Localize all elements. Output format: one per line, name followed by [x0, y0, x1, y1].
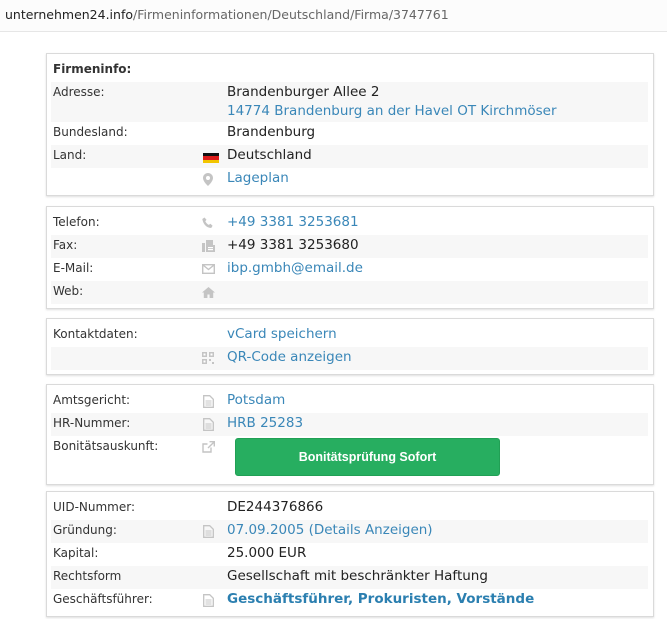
vcard-link[interactable]: vCard speichern [227, 326, 337, 342]
land-value: Deutschland [227, 147, 312, 163]
home-icon [201, 285, 215, 299]
url-path: /Firmeninformationen/Deutschland/Firma/3… [133, 7, 449, 22]
adresse-label: Adresse: [53, 85, 105, 99]
adresse-row: Adresse: Brandenburger Allee 2 14774 Bra… [51, 82, 648, 122]
geschaeftsfuehrer-label: Geschäftsführer: [53, 592, 153, 606]
street-value: Brandenburger Allee 2 [227, 84, 380, 100]
phone-icon [201, 216, 215, 230]
uid-label: UID-Nummer: [53, 500, 136, 514]
bundesland-value: Brandenburg [227, 124, 316, 140]
kapital-row: Kapital: 25.000 EUR [51, 543, 648, 566]
geschaeftsfuehrer-link[interactable]: Geschäftsführer, Prokuristen, Vorstände [227, 591, 534, 607]
fax-icon [201, 239, 215, 253]
hr-link[interactable]: HRB 25283 [227, 415, 303, 431]
kontaktdaten-label: Kontaktdaten: [53, 327, 138, 341]
document-icon [201, 417, 215, 431]
fax-label: Fax: [53, 238, 78, 252]
firmeninfo-card: Firmeninfo: Adresse: Brandenburger Allee… [46, 53, 654, 196]
telefon-row: Telefon: +49 3381 3253681 [51, 212, 648, 235]
document-icon [201, 524, 215, 538]
document-icon [201, 593, 215, 607]
vcard-row: Kontaktdaten: vCard speichern [51, 324, 648, 347]
uid-value: DE244376866 [227, 499, 324, 515]
firmeninfo-heading: Firmeninfo: [53, 62, 132, 76]
qr-row: QR-Code anzeigen [51, 347, 648, 370]
kontaktdaten-card: Kontaktdaten: vCard speichern QR-Code an… [46, 318, 654, 375]
hr-label: HR-Nummer: [53, 416, 131, 430]
fax-value: +49 3381 3253680 [227, 237, 359, 253]
city-link[interactable]: 14774 Brandenburg an der Havel OT Kirchm… [227, 103, 557, 119]
external-link-icon [201, 440, 215, 454]
land-label: Land: [53, 148, 87, 162]
envelope-icon [201, 262, 215, 276]
address-bar[interactable]: unternehmen24.info/Firmeninformationen/D… [0, 0, 667, 32]
germany-flag-icon [203, 153, 219, 163]
register-card: Amtsgericht: Potsdam HR-Nummer: HRB 2528… [46, 384, 654, 485]
document-icon [201, 394, 215, 408]
kapital-value: 25.000 EUR [227, 545, 307, 561]
lageplan-row: Lageplan [51, 168, 648, 191]
rechtsform-label: Rechtsform [53, 569, 122, 583]
telefon-label: Telefon: [53, 215, 100, 229]
gruendung-link[interactable]: 07.09.2005 (Details Anzeigen) [227, 522, 433, 538]
bonitaetspruefung-button[interactable]: Bonitätsprüfung Sofort [235, 438, 500, 476]
bundesland-label: Bundesland: [53, 125, 128, 139]
amtsgericht-row: Amtsgericht: Potsdam [51, 390, 648, 413]
qr-code-link[interactable]: QR-Code anzeigen [227, 349, 352, 365]
web-row: Web: [51, 281, 648, 304]
amtsgericht-label: Amtsgericht: [53, 393, 131, 407]
bonitaet-label: Bonitätsauskunft: [53, 439, 159, 453]
gruendung-row: Gründung: 07.09.2005 (Details Anzeigen) [51, 520, 648, 543]
contact-card: Telefon: +49 3381 3253681 Fax: +49 3381 … [46, 206, 654, 309]
gruendung-label: Gründung: [53, 523, 117, 537]
kapital-label: Kapital: [53, 546, 99, 560]
email-label: E-Mail: [53, 261, 94, 275]
telefon-link[interactable]: +49 3381 3253681 [227, 214, 359, 230]
rechtsform-value: Gesellschaft mit beschränkter Haftung [227, 568, 488, 584]
geschaeftsfuehrer-row: Geschäftsführer: Geschäftsführer, Prokur… [51, 589, 648, 612]
lageplan-link[interactable]: Lageplan [227, 170, 289, 186]
fax-row: Fax: +49 3381 3253680 [51, 235, 648, 258]
details-card: UID-Nummer: DE244376866 Gründung: 07.09.… [46, 491, 654, 617]
bonitaet-row: Bonitätsauskunft: Bonitätsprüfung Sofort [51, 436, 648, 480]
hr-row: HR-Nummer: HRB 25283 [51, 413, 648, 436]
rechtsform-row: Rechtsform Gesellschaft mit beschränkter… [51, 566, 648, 589]
email-link[interactable]: ibp.gmbh@email.de [227, 260, 363, 276]
land-row: Land: Deutschland [51, 145, 648, 168]
firmeninfo-heading-row: Firmeninfo: [51, 59, 648, 82]
web-label: Web: [53, 284, 84, 298]
qr-code-icon [201, 351, 215, 365]
url-host: unternehmen24.info [5, 7, 134, 22]
uid-row: UID-Nummer: DE244376866 [51, 497, 648, 520]
map-marker-icon [201, 172, 215, 186]
amtsgericht-link[interactable]: Potsdam [227, 392, 285, 408]
bundesland-row: Bundesland: Brandenburg [51, 122, 648, 145]
email-row: E-Mail: ibp.gmbh@email.de [51, 258, 648, 281]
